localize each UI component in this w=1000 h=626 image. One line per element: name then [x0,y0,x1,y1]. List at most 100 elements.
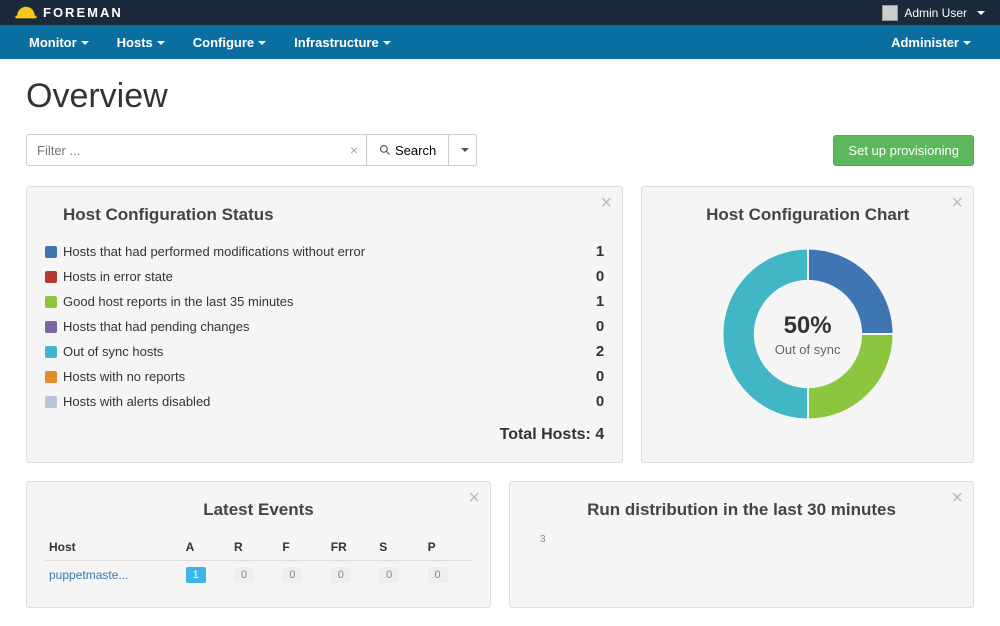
caret-down-icon [977,11,985,15]
nav-left: Monitor Hosts Configure Infrastructure [15,27,405,58]
event-badge: 0 [282,567,302,583]
caret-down-icon [258,41,266,45]
status-label: Hosts that had performed modifications w… [63,244,596,259]
status-count: 0 [596,368,604,385]
nav-hosts[interactable]: Hosts [103,27,179,58]
status-label: Hosts with alerts disabled [63,394,596,409]
color-swatch [45,371,57,383]
search-icon [379,144,391,156]
donut-percent: 50% [784,312,832,340]
brand: FOREMAN [15,5,123,21]
status-item[interactable]: Hosts that had performed modifications w… [45,239,604,264]
table-header: R [230,534,278,561]
event-badge: 0 [234,567,254,583]
caret-down-icon [963,41,971,45]
color-swatch [45,396,57,408]
user-name: Admin User [904,6,967,20]
search-dropdown-button[interactable] [449,134,477,166]
status-item[interactable]: Hosts with no reports 0 [45,364,604,389]
status-item[interactable]: Good host reports in the last 35 minutes… [45,289,604,314]
color-swatch [45,346,57,358]
topbar: FOREMAN Admin User [0,0,1000,25]
total-count: 4 [595,426,604,443]
panel-title: Run distribution in the last 30 minutes [528,500,955,520]
panel-title: Host Configuration Chart [660,205,955,225]
color-swatch [45,271,57,283]
total-hosts-row: Total Hosts: 4 [45,426,604,444]
status-count: 0 [596,393,604,410]
status-label: Hosts in error state [63,269,596,284]
filter-input[interactable] [26,134,366,166]
brand-hardhat-icon [15,5,35,21]
color-swatch [45,246,57,258]
status-count: 1 [596,243,604,260]
nav-administer[interactable]: Administer [877,27,985,58]
status-count: 0 [596,268,604,285]
table-header: P [424,534,472,561]
setup-provisioning-button[interactable]: Set up provisioning [833,135,974,166]
table-header: A [182,534,230,561]
panels-row-1: × Host Configuration Status Hosts that h… [26,186,974,463]
status-list: Hosts that had performed modifications w… [45,239,604,414]
donut-center: 50% Out of sync [713,239,903,429]
latest-events-panel: × Latest Events HostARFFRSP puppetmaste.… [26,481,491,608]
caret-down-icon [383,41,391,45]
panel-title: Host Configuration Status [63,205,604,225]
status-label: Out of sync hosts [63,344,596,359]
events-table: HostARFFRSP puppetmaste... 1 0 0 0 0 0 [45,534,472,589]
table-header: FR [327,534,375,561]
user-menu[interactable]: Admin User [882,5,985,21]
page: Overview × Search Set up provisioning × … [0,59,1000,626]
event-badge: 1 [186,567,206,583]
status-item[interactable]: Hosts that had pending changes 0 [45,314,604,339]
nav-right: Administer [877,27,985,58]
status-count: 2 [596,343,604,360]
brand-name: FOREMAN [43,5,123,20]
host-config-chart-panel: × Host Configuration Chart 50% Out of sy… [641,186,974,463]
host-link[interactable]: puppetmaste... [49,568,128,582]
total-label: Total Hosts: [500,426,591,443]
event-badge: 0 [331,567,351,583]
clear-icon[interactable]: × [350,142,358,158]
axis-tick: 3 [540,534,955,545]
color-swatch [45,296,57,308]
status-item[interactable]: Hosts in error state 0 [45,264,604,289]
donut-chart: 50% Out of sync [713,239,903,429]
host-config-status-panel: × Host Configuration Status Hosts that h… [26,186,623,463]
event-badge: 0 [379,567,399,583]
status-label: Hosts with no reports [63,369,596,384]
nav-configure[interactable]: Configure [179,27,280,58]
status-item[interactable]: Out of sync hosts 2 [45,339,604,364]
nav-infrastructure[interactable]: Infrastructure [280,27,405,58]
caret-down-icon [157,41,165,45]
table-header: F [278,534,326,561]
table-header: S [375,534,423,561]
close-icon[interactable]: × [951,488,963,508]
status-count: 0 [596,318,604,335]
status-label: Hosts that had pending changes [63,319,596,334]
close-icon[interactable]: × [468,488,480,508]
caret-down-icon [81,41,89,45]
status-label: Good host reports in the last 35 minutes [63,294,596,309]
search-group: × Search [26,134,477,166]
search-button-label: Search [395,143,436,158]
color-swatch [45,321,57,333]
run-distribution-panel: × Run distribution in the last 30 minute… [509,481,974,608]
close-icon[interactable]: × [601,193,613,213]
table-header: Host [45,534,182,561]
close-icon[interactable]: × [951,193,963,213]
caret-down-icon [461,148,469,152]
status-item[interactable]: Hosts with alerts disabled 0 [45,389,604,414]
page-title: Overview [26,77,974,116]
nav-monitor[interactable]: Monitor [15,27,103,58]
panel-title: Latest Events [45,500,472,520]
avatar-icon [882,5,898,21]
status-count: 1 [596,293,604,310]
donut-label: Out of sync [775,342,841,357]
event-badge: 0 [428,567,448,583]
table-row: puppetmaste... 1 0 0 0 0 0 [45,561,472,590]
search-button[interactable]: Search [366,134,449,166]
toolbar: × Search Set up provisioning [26,134,974,166]
navbar: Monitor Hosts Configure Infrastructure A… [0,25,1000,59]
panels-row-2: × Latest Events HostARFFRSP puppetmaste.… [26,481,974,608]
